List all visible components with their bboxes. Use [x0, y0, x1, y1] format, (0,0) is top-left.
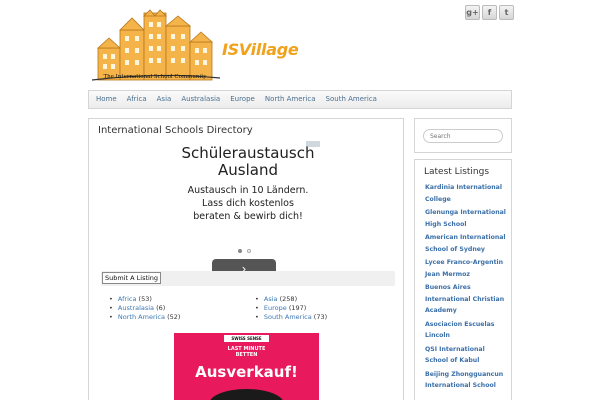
nav-item-africa[interactable]: Africa [122, 90, 152, 109]
ad-headline: Ausverkauf! [195, 363, 298, 381]
region-count: (6) [156, 304, 166, 312]
latest-listings: Kardinia International College Glenunga … [425, 182, 509, 394]
google-plus-icon[interactable]: g+ [465, 5, 480, 20]
nav-item-asia[interactable]: Asia [152, 90, 177, 109]
page-title: International Schools Directory [98, 125, 253, 136]
list-item: Europe (197) [255, 304, 306, 312]
ad-subline: LAST MINUTE BETTEN [204, 346, 289, 358]
search-widget [414, 118, 512, 153]
ad-body-line-3: beraten & bewirb dich! [193, 211, 303, 222]
listing-link[interactable]: Kardinia International College [425, 182, 509, 205]
carousel-dot-active[interactable] [238, 249, 242, 253]
listing-link[interactable]: Buenos Aires International Christian Aca… [425, 282, 509, 317]
ad-headline-line-2: Ausland [218, 161, 278, 179]
ad-body: Austausch in 10 Ländern. Lass dich koste… [176, 184, 320, 223]
advertisement-swiss-sense[interactable]: SWISS SENSE LAST MINUTE BETTEN Ausverkau… [174, 333, 319, 400]
advertisement-exchange[interactable]: Schüleraustausch Ausland Austausch in 10… [176, 141, 320, 280]
listing-link[interactable]: Glenunga International High School [425, 207, 509, 230]
twitter-icon[interactable]: t [499, 5, 514, 20]
latest-listings-widget: Latest Listings Kardinia International C… [414, 159, 512, 400]
sidebar: Latest Listings Kardinia International C… [414, 118, 512, 400]
region-count: (258) [279, 295, 298, 303]
list-item: South America (73) [255, 313, 327, 321]
region-link-africa[interactable]: Africa [118, 295, 137, 303]
ad-body-line-1: Austausch in 10 Ländern. [187, 185, 309, 196]
nav-item-europe[interactable]: Europe [225, 90, 260, 109]
listing-link[interactable]: QSI International School of Kabul [425, 344, 509, 367]
list-item: Africa (53) [109, 295, 152, 303]
carousel-dot[interactable] [247, 249, 251, 253]
ad-image [209, 389, 284, 400]
ad-carousel-dots [238, 249, 251, 253]
region-count: (53) [138, 295, 152, 303]
site-tagline: The International School Community [103, 74, 207, 80]
region-link-north-america[interactable]: North America [118, 313, 165, 321]
ad-headline: Schüleraustausch Ausland [176, 145, 320, 179]
list-item: Asia (258) [255, 295, 297, 303]
ad-brand: SWISS SENSE [224, 335, 269, 342]
main-content: International Schools Directory Schülera… [88, 118, 404, 400]
list-item: Australasia (6) [109, 304, 165, 312]
page: ISVillage The International School Commu… [0, 0, 600, 400]
region-count: (197) [288, 304, 307, 312]
site-name[interactable]: ISVillage [222, 40, 299, 59]
region-link-europe[interactable]: Europe [264, 304, 287, 312]
listing-link[interactable]: Beijing Zhongguancun International Schoo… [425, 369, 509, 392]
listing-link[interactable]: Lycee Franco-Argentin Jean Mermoz [425, 257, 509, 280]
region-link-south-america[interactable]: South America [264, 313, 312, 321]
nav-item-south-america[interactable]: South America [321, 90, 382, 109]
listing-link[interactable]: American International School of Sydney [425, 232, 509, 255]
latest-listings-title: Latest Listings [424, 167, 490, 177]
social-links: g+ f t [465, 5, 514, 20]
region-count: (73) [313, 313, 328, 321]
region-link-australasia[interactable]: Australasia [118, 304, 154, 312]
nav-item-north-america[interactable]: North America [260, 90, 321, 109]
submit-bar: Submit A Listing [101, 271, 395, 286]
ad-subline-2: BETTEN [235, 352, 258, 358]
listing-link[interactable]: Asociacion Escuelas Lincoln [425, 319, 509, 342]
main-nav: Home Africa Asia Australasia Europe Nort… [88, 90, 512, 109]
ad-body-line-2: Lass dich kostenlos [202, 198, 294, 209]
nav-item-australasia[interactable]: Australasia [176, 90, 225, 109]
nav-item-home[interactable]: Home [91, 90, 122, 109]
list-item: North America (52) [109, 313, 180, 321]
region-count: (52) [167, 313, 181, 321]
submit-listing-button[interactable]: Submit A Listing [102, 272, 162, 284]
region-link-asia[interactable]: Asia [264, 295, 278, 303]
ad-headline-line-1: Schüleraustausch [181, 144, 315, 162]
facebook-icon[interactable]: f [482, 5, 497, 20]
search-input[interactable] [423, 129, 503, 143]
